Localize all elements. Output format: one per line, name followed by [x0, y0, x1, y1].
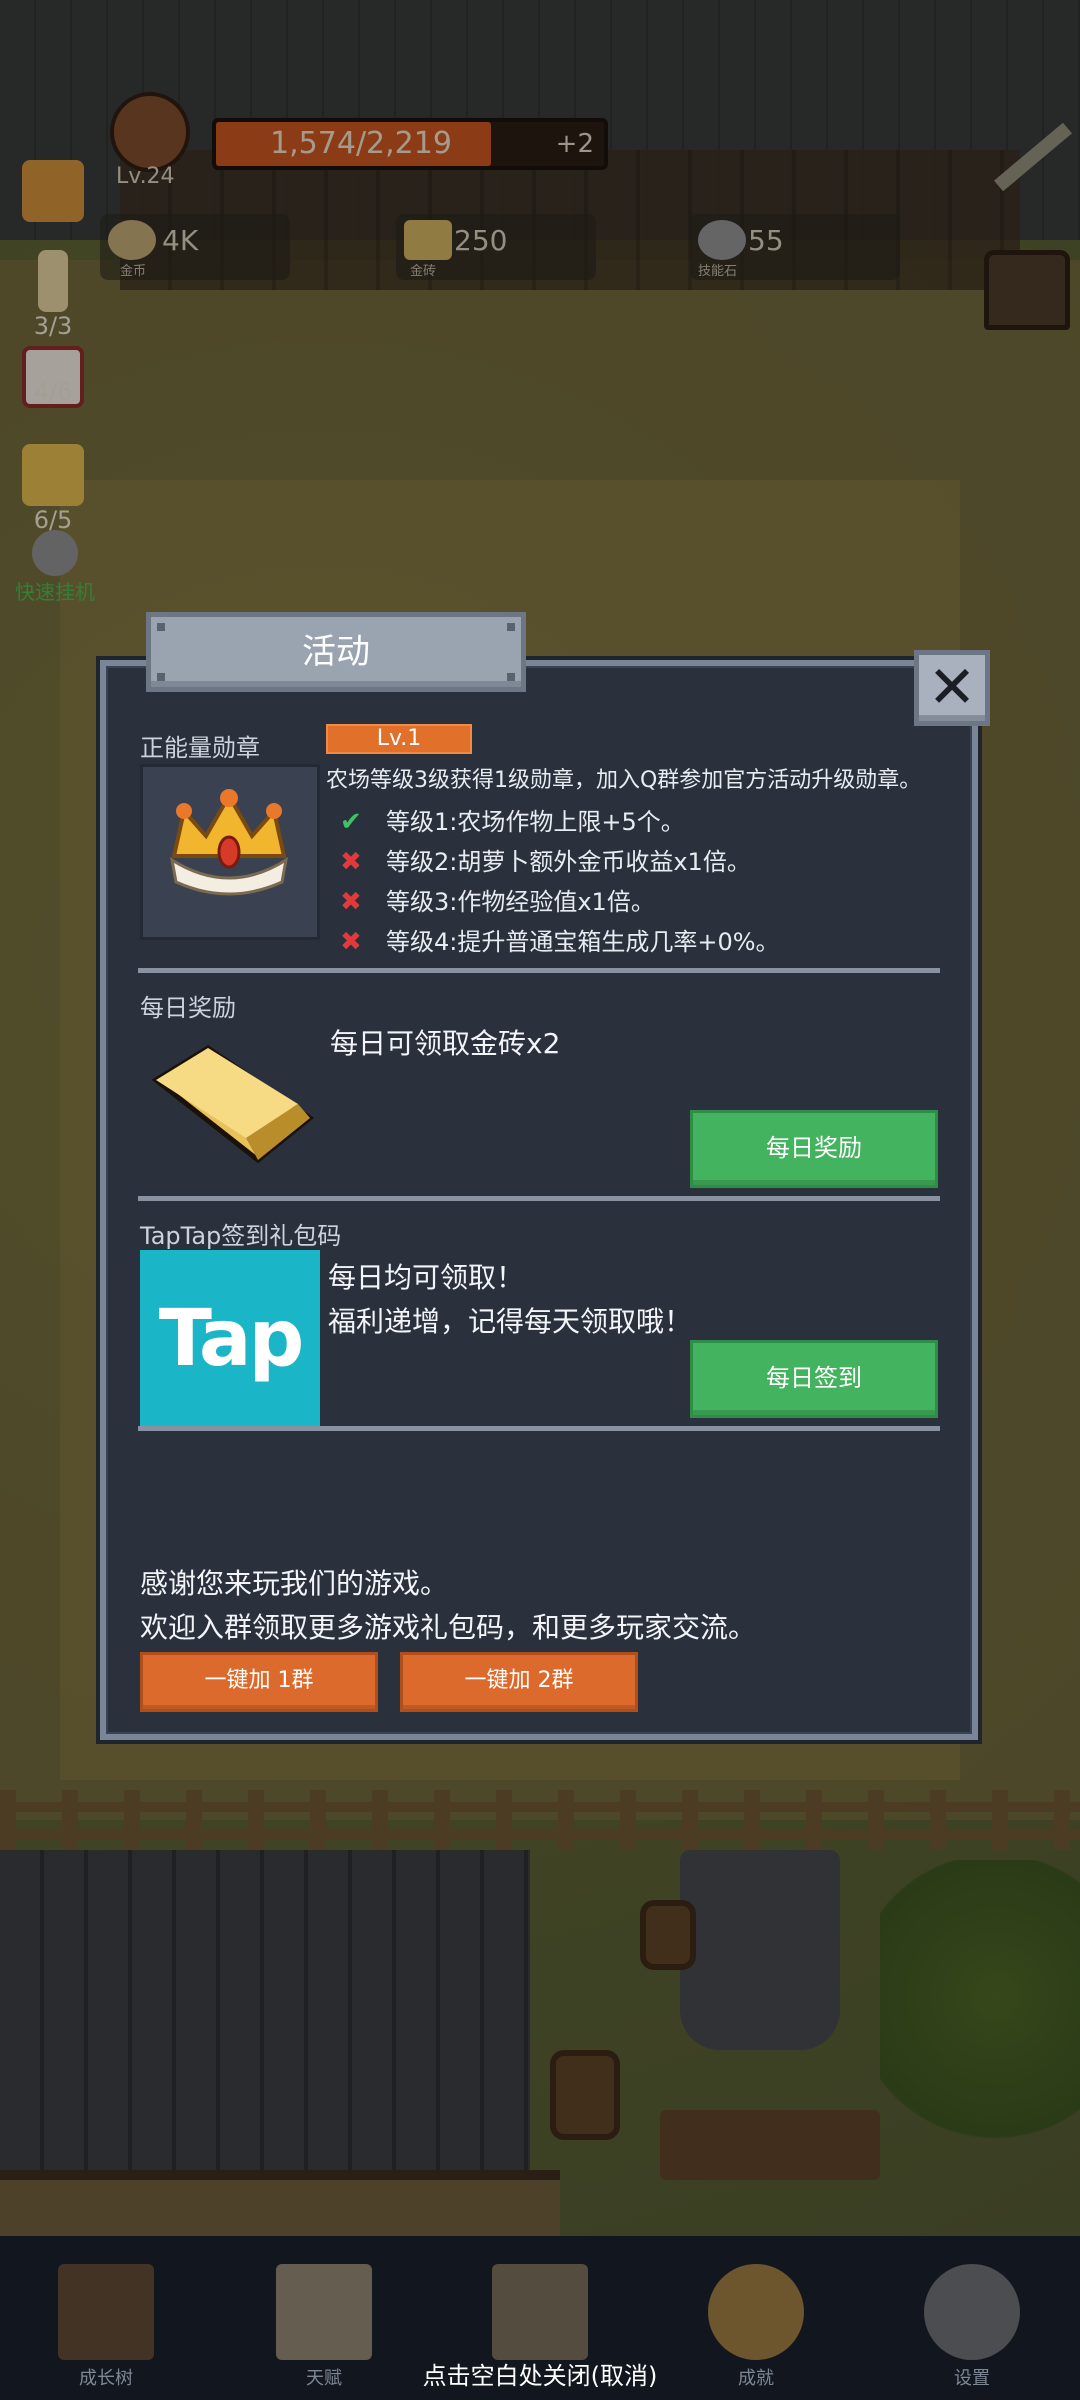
rivet [157, 673, 165, 681]
close-x-icon: ✕ [927, 653, 977, 721]
cross-icon: ✖ [340, 847, 362, 877]
taptap-line1: 每日均可领取！ [328, 1261, 525, 1294]
perk-row: ✖ 等级2:胡萝卜额外金币收益x1倍。 [340, 842, 751, 877]
thanks-line1: 感谢您来玩我们的游戏。 [140, 1567, 449, 1600]
perk-text: 等级1:农场作物上限+5个。 [386, 808, 685, 836]
perk-text: 等级3:作物经验值x1倍。 [386, 888, 655, 916]
check-icon: ✔ [340, 807, 362, 837]
gear-icon [924, 2264, 1020, 2360]
section-divider [138, 968, 940, 973]
cross-icon: ✖ [340, 927, 362, 957]
daily-reward-button[interactable]: 每日奖励 [690, 1110, 938, 1188]
perk-row: ✖ 等级4:提升普通宝箱生成几率+0%。 [340, 922, 780, 957]
cross-icon: ✖ [340, 887, 362, 917]
medal-level-badge: Lv.1 [326, 724, 472, 754]
map-icon [492, 2264, 588, 2360]
daily-checkin-button[interactable]: 每日签到 [690, 1340, 938, 1418]
rivet [507, 623, 515, 631]
thanks-line2: 欢迎入群领取更多游戏礼包码，和更多玩家交流。 [140, 1611, 757, 1644]
section-divider [138, 1426, 940, 1431]
perk-row: ✔ 等级1:农场作物上限+5个。 [340, 802, 685, 837]
daily-section-title: 每日奖励 [140, 994, 236, 1022]
medal-section-title: 正能量勋章 [140, 734, 260, 762]
modal-title: 活动 [302, 632, 370, 672]
perk-row: ✖ 等级3:作物经验值x1倍。 [340, 882, 655, 917]
perk-text: 等级2:胡萝卜额外金币收益x1倍。 [386, 848, 751, 876]
crown-medal-icon [169, 789, 289, 896]
section-divider [138, 1196, 940, 1201]
gold-brick-icon [151, 1045, 315, 1164]
book-icon [58, 2264, 154, 2360]
close-hint-text: 点击空白处关闭(取消) [422, 2362, 658, 2390]
join-group2-button[interactable]: 一键加 2群 [400, 1652, 638, 1712]
scroll-icon [276, 2264, 372, 2360]
taptap-logo: Tap [140, 1250, 320, 1428]
daily-reward-text: 每日可领取金砖x2 [330, 1027, 561, 1060]
taptap-section-title: TapTap签到礼包码 [140, 1222, 342, 1250]
medal-description: 农场等级3级获得1级勋章，加入Q群参加官方活动升级勋章。 [326, 768, 922, 793]
taptap-line2: 福利递增，记得每天领取哦！ [328, 1305, 693, 1338]
perk-text: 等级4:提升普通宝箱生成几率+0%。 [386, 928, 780, 956]
rivet [507, 673, 515, 681]
close-button[interactable]: ✕ [914, 650, 990, 726]
rivet [157, 623, 165, 631]
modal-title-tab: 活动 [146, 612, 526, 692]
key-icon [708, 2264, 804, 2360]
join-group1-button[interactable]: 一键加 1群 [140, 1652, 378, 1712]
nav-map[interactable] [480, 2264, 600, 2360]
